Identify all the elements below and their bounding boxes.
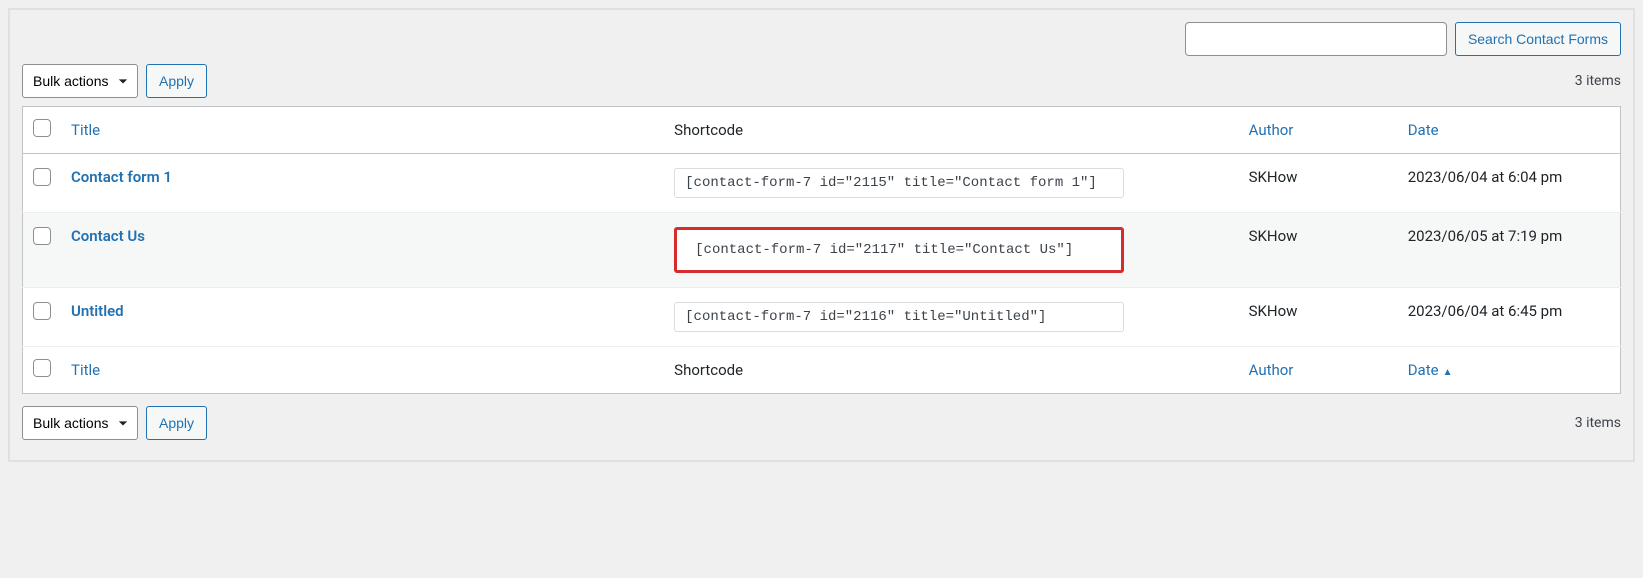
column-header-shortcode: Shortcode xyxy=(664,107,1238,154)
row-shortcode-cell xyxy=(664,213,1238,288)
row-check-cell xyxy=(23,154,62,213)
row-title-cell: Contact Us xyxy=(61,213,664,288)
shortcode-input[interactable] xyxy=(674,302,1124,332)
select-all-checkbox-bottom[interactable] xyxy=(33,359,51,377)
apply-button-bottom[interactable]: Apply xyxy=(146,406,207,440)
column-footer-shortcode: Shortcode xyxy=(664,347,1238,394)
select-all-header xyxy=(23,107,62,154)
table-row: Untitled SKHow2023/06/04 at 6:45 pm xyxy=(23,288,1621,347)
tablenav-top: Bulk actions Apply 3 items xyxy=(22,64,1621,98)
table-row: Contact Us SKHow2023/06/05 at 7:19 pm xyxy=(23,213,1621,288)
row-date-cell: 2023/06/05 at 7:19 pm xyxy=(1398,213,1621,288)
column-header-date[interactable]: Date xyxy=(1398,107,1621,154)
contact-forms-list-wrap: Search Contact Forms Bulk actions Apply … xyxy=(8,8,1635,462)
item-count-bottom: 3 items xyxy=(1575,415,1621,431)
shortcode-input[interactable] xyxy=(674,168,1124,198)
select-all-footer xyxy=(23,347,62,394)
row-checkbox[interactable] xyxy=(33,302,51,320)
search-input[interactable] xyxy=(1185,22,1447,56)
column-footer-date[interactable]: Date▲ xyxy=(1398,347,1621,394)
search-button[interactable]: Search Contact Forms xyxy=(1455,22,1621,56)
sort-title-link-footer[interactable]: Title xyxy=(71,361,100,379)
row-check-cell xyxy=(23,213,62,288)
row-shortcode-cell xyxy=(664,154,1238,213)
row-date-cell: 2023/06/04 at 6:04 pm xyxy=(1398,154,1621,213)
bulk-actions-top: Bulk actions Apply xyxy=(22,64,207,98)
row-author-cell: SKHow xyxy=(1239,213,1398,288)
search-box: Search Contact Forms xyxy=(22,22,1621,56)
column-footer-title[interactable]: Title xyxy=(61,347,664,394)
sort-author-link[interactable]: Author xyxy=(1249,121,1294,139)
row-author-cell: SKHow xyxy=(1239,288,1398,347)
row-shortcode-cell xyxy=(664,288,1238,347)
row-checkbox[interactable] xyxy=(33,168,51,186)
item-count-top: 3 items xyxy=(1575,73,1621,89)
table-row: Contact form 1 SKHow2023/06/04 at 6:04 pm xyxy=(23,154,1621,213)
sort-date-link-footer[interactable]: Date▲ xyxy=(1408,361,1453,379)
shortcode-input[interactable] xyxy=(674,227,1124,273)
column-footer-author[interactable]: Author xyxy=(1239,347,1398,394)
bulk-actions-select-top[interactable]: Bulk actions xyxy=(22,64,138,98)
sort-author-link-footer[interactable]: Author xyxy=(1249,361,1294,379)
row-date-cell: 2023/06/04 at 6:45 pm xyxy=(1398,288,1621,347)
bulk-actions-select-bottom[interactable]: Bulk actions xyxy=(22,406,138,440)
select-all-checkbox-top[interactable] xyxy=(33,119,51,137)
contact-forms-table: Title Shortcode Author Date Contact form… xyxy=(22,106,1621,394)
row-checkbox[interactable] xyxy=(33,227,51,245)
row-title-cell: Contact form 1 xyxy=(61,154,664,213)
row-check-cell xyxy=(23,288,62,347)
row-title-link[interactable]: Contact form 1 xyxy=(71,168,172,186)
sort-ascending-icon: ▲ xyxy=(1443,367,1453,378)
column-header-title[interactable]: Title xyxy=(61,107,664,154)
bulk-actions-bottom: Bulk actions Apply xyxy=(22,406,207,440)
tablenav-bottom: Bulk actions Apply 3 items xyxy=(22,406,1621,440)
sort-date-link[interactable]: Date xyxy=(1408,121,1439,139)
row-title-link[interactable]: Untitled xyxy=(71,302,124,320)
row-author-cell: SKHow xyxy=(1239,154,1398,213)
apply-button-top[interactable]: Apply xyxy=(146,64,207,98)
column-header-author[interactable]: Author xyxy=(1239,107,1398,154)
sort-title-link[interactable]: Title xyxy=(71,121,100,139)
row-title-link[interactable]: Contact Us xyxy=(71,227,145,245)
row-title-cell: Untitled xyxy=(61,288,664,347)
